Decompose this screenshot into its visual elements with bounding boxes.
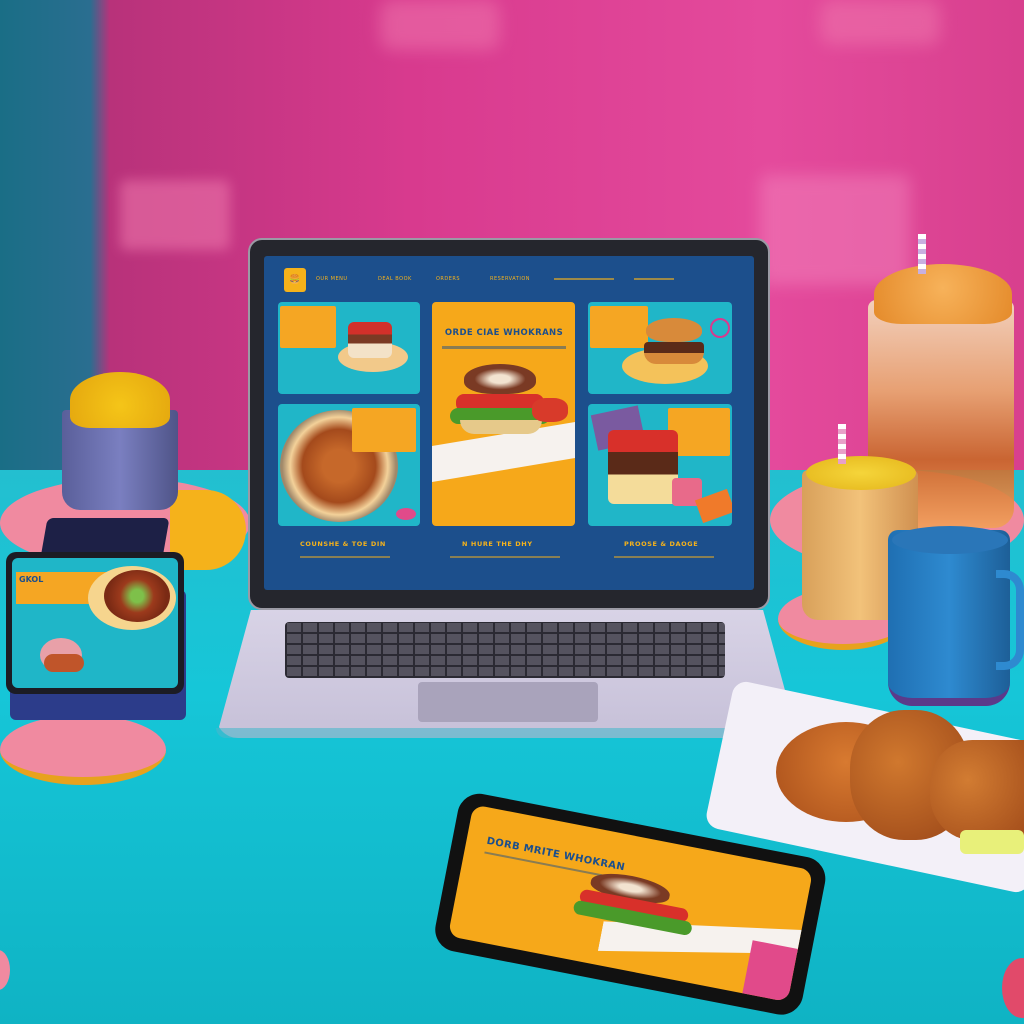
site-logo[interactable]: 🍔 <box>284 268 306 292</box>
custard-topping <box>70 372 170 428</box>
pizza-image <box>104 570 170 622</box>
burger-top-bun <box>464 364 536 394</box>
nav-link[interactable]: RESERVATION <box>490 276 530 282</box>
laptop-edge <box>216 728 798 738</box>
badge <box>396 508 416 520</box>
caption-line <box>614 556 714 558</box>
laptop-keyboard <box>285 622 725 678</box>
scene: GKOL 🍔 OUR MENU DEAL BOOK ORDERS RESERVA… <box>0 0 1024 1024</box>
tablet-screen: GKOL <box>12 558 178 688</box>
mug-lid <box>892 526 1008 554</box>
juice-topping <box>806 456 916 490</box>
cake-image <box>348 322 392 358</box>
phone-hero-title: DORB MRITE WHOKRAN <box>485 835 626 874</box>
wall-light <box>820 0 940 45</box>
blue-mug <box>888 530 1010 706</box>
nav-link[interactable]: OUR MENU <box>316 276 348 282</box>
hero-subtitle-line <box>442 346 566 349</box>
wall-light <box>120 180 230 250</box>
bread-roll <box>930 740 1024 840</box>
nav-divider <box>634 278 674 280</box>
nav-link[interactable]: ORDERS <box>436 276 460 282</box>
badge-icon <box>710 318 730 338</box>
coaster <box>0 715 166 785</box>
hero-card[interactable]: ORDE CIAE WHOKRANS <box>432 302 575 526</box>
mug-handle <box>996 570 1024 670</box>
laptop-touchpad <box>418 682 598 722</box>
section-caption: COUNSHE & TOE DIN <box>300 540 386 548</box>
cake-image <box>608 430 678 504</box>
nav-link[interactable]: DEAL BOOK <box>378 276 412 282</box>
section-caption: N HURE THE DHY <box>462 540 533 548</box>
caption-line <box>300 556 390 558</box>
burger-top-bun <box>646 318 702 342</box>
hero-title: ORDE CIAE WHOKRANS <box>444 328 564 338</box>
nav-divider <box>554 278 614 280</box>
wall-light <box>760 175 910 285</box>
section-caption: PROOSE & DAOGE <box>624 540 699 548</box>
burger-bottom-bun <box>460 420 542 434</box>
straw <box>838 424 846 464</box>
straw <box>918 234 926 274</box>
card-label <box>280 306 336 348</box>
drink-lid <box>874 264 1012 324</box>
caption-line <box>450 556 560 558</box>
card-label <box>352 408 416 452</box>
menu-card[interactable] <box>278 302 420 394</box>
menu-card[interactable] <box>278 404 420 526</box>
menu-card[interactable] <box>588 404 732 526</box>
garnish <box>960 830 1024 854</box>
tablet-device: GKOL <box>6 552 184 694</box>
wall-light <box>380 0 500 50</box>
side-salad <box>532 398 568 422</box>
burger-patty <box>644 342 704 364</box>
laptop-screen-website: 🍔 OUR MENU DEAL BOOK ORDERS RESERVATION … <box>264 256 754 590</box>
card-label <box>590 306 648 348</box>
menu-card[interactable] <box>588 302 732 394</box>
phone-corner-accent <box>741 940 812 1003</box>
burger-image <box>44 654 84 672</box>
